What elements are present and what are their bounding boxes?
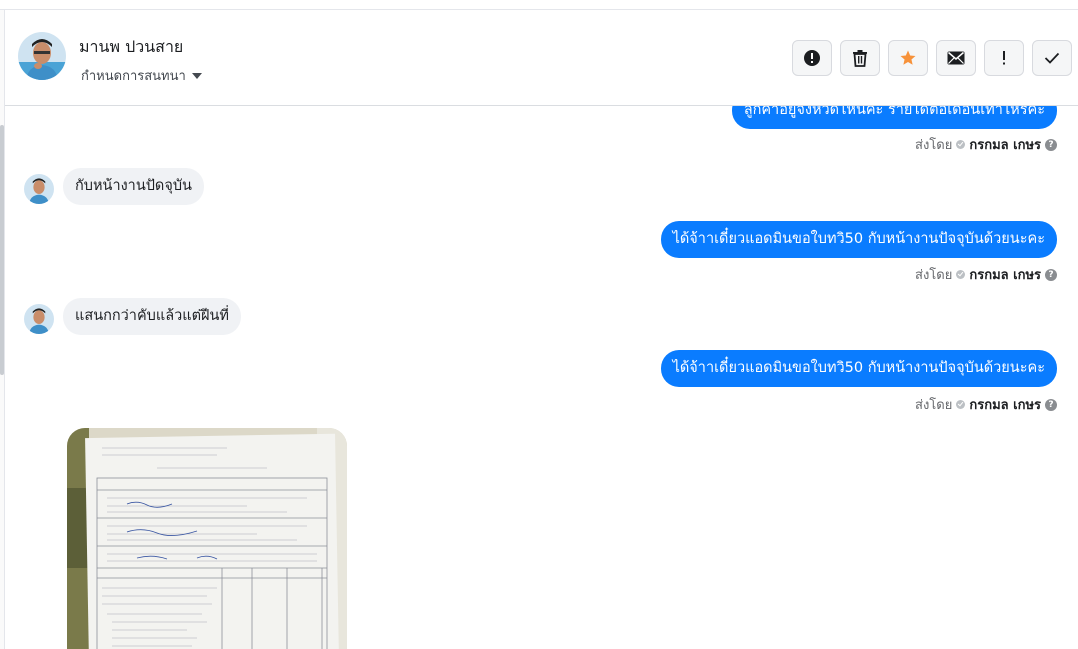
outgoing-message[interactable]: ลูกค้าอยู่จังหวัดไหนคะ รายได้ต่อเดือนเท่… xyxy=(731,106,1057,129)
verified-check-icon xyxy=(956,400,966,409)
verified-check-icon xyxy=(956,140,966,149)
trash-icon xyxy=(853,50,867,67)
checkmark-icon xyxy=(1044,52,1060,64)
agent-name[interactable]: กรกมล เกษร xyxy=(969,264,1041,285)
assign-conversation-label: กำหนดการสนทนา xyxy=(81,69,186,84)
message-text: กับหน้างานปัดจุบัน xyxy=(75,178,192,194)
message-text: ได้จ้าาเดี๋ยวแอดมินขอใบทวิ50 กับหน้างานป… xyxy=(672,360,1045,376)
sender-avatar[interactable] xyxy=(24,304,54,334)
assign-conversation-dropdown[interactable]: กำหนดการสนทนา xyxy=(81,65,202,86)
sent-by-line: ส่งโดย กรกมล เกษร ? xyxy=(915,264,1057,285)
star-button[interactable] xyxy=(888,40,928,76)
sent-by-label: ส่งโดย xyxy=(915,398,953,413)
sent-by-line: ส่งโดย กรกมล เกษร ? xyxy=(915,134,1057,155)
incoming-image-attachment[interactable] xyxy=(67,428,347,649)
top-strip xyxy=(0,0,1078,10)
contact-name: มานพ ปวนสาย xyxy=(79,37,184,56)
verified-check-icon xyxy=(956,270,966,279)
conversation-header: มานพ ปวนสาย กำหนดการสนทนา xyxy=(5,10,1078,106)
scrollbar-thumb[interactable] xyxy=(0,125,4,375)
sender-avatar[interactable] xyxy=(24,174,54,204)
help-icon[interactable]: ? xyxy=(1045,138,1057,151)
message-text: ได้จ้าาเดี๋ยวแอดมินขอใบทวิ50 กับหน้างานป… xyxy=(672,231,1045,247)
incoming-message[interactable]: กับหน้างานปัดจุบัน xyxy=(63,168,204,205)
document-photo xyxy=(67,428,347,649)
spam-button[interactable] xyxy=(792,40,832,76)
delete-button[interactable] xyxy=(840,40,880,76)
message-text: แสนกกว่าคับแล้วแต่ฝีนที่ xyxy=(75,308,229,324)
mark-unread-button[interactable] xyxy=(936,40,976,76)
outgoing-message[interactable]: ได้จ้าาเดี๋ยวแอดมินขอใบทวิ50 กับหน้างานป… xyxy=(660,221,1057,258)
agent-name[interactable]: กรกมล เกษร xyxy=(969,134,1041,155)
mark-done-button[interactable] xyxy=(1032,40,1072,76)
help-icon[interactable]: ? xyxy=(1045,268,1057,281)
exclamation-icon xyxy=(1003,51,1005,65)
follow-up-button[interactable] xyxy=(984,40,1024,76)
sent-by-line: ส่งโดย กรกมล เกษร ? xyxy=(915,394,1057,415)
contact-avatar[interactable] xyxy=(18,32,66,80)
sent-by-label: ส่งโดย xyxy=(915,268,953,283)
outgoing-message[interactable]: ได้จ้าาเดี๋ยวแอดมินขอใบทวิ50 กับหน้างานป… xyxy=(660,350,1057,387)
conversation-actions xyxy=(792,40,1072,76)
star-icon xyxy=(900,50,916,65)
help-icon[interactable]: ? xyxy=(1045,398,1057,411)
agent-name[interactable]: กรกมล เกษร xyxy=(969,394,1041,415)
message-thread[interactable]: ลูกค้าอยู่จังหวัดไหนคะ รายได้ต่อเดือนเท่… xyxy=(6,106,1072,649)
incoming-message[interactable]: แสนกกว่าคับแล้วแต่ฝีนที่ xyxy=(63,298,241,335)
envelope-icon xyxy=(947,51,965,65)
message-text: ลูกค้าอยู่จังหวัดไหนคะ รายได้ต่อเดือนเท่… xyxy=(743,106,1045,118)
sent-by-label: ส่งโดย xyxy=(915,138,953,153)
alert-circle-icon xyxy=(804,50,820,66)
chevron-down-icon xyxy=(191,73,202,79)
